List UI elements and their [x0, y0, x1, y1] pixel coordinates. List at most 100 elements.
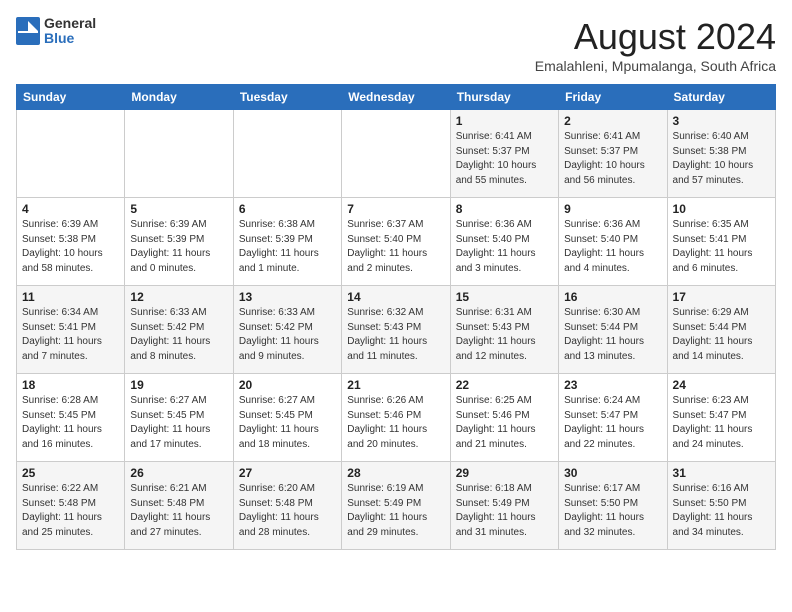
day-info: Sunrise: 6:26 AM Sunset: 5:46 PM Dayligh…: [347, 394, 444, 452]
day-number: 31: [673, 466, 770, 480]
calendar-week-row: 11 Sunrise: 6:34 AM Sunset: 5:41 PM Dayli…: [17, 286, 776, 374]
calendar-cell: 17Sunrise: 6:29 AM Sunset: 5:44 PM Dayli…: [667, 286, 775, 374]
day-info: Sunrise: 6:41 AM Sunset: 5:37 PM Dayligh…: [564, 130, 661, 188]
calendar-cell: 1Sunrise: 6:41 AM Sunset: 5:37 PM Daylig…: [450, 110, 558, 198]
day-info: Sunrise: 6:39 AM Sunset: 5:38 PM Dayligh…: [22, 218, 119, 276]
col-sunday: Sunday: [17, 85, 125, 110]
day-number: 3: [673, 114, 770, 128]
day-number: 2: [564, 114, 661, 128]
col-friday: Friday: [559, 85, 667, 110]
day-info: Sunrise: 6:36 AM Sunset: 5:40 PM Dayligh…: [456, 218, 553, 276]
day-number: 25: [22, 466, 119, 480]
day-number: 7: [347, 202, 444, 216]
day-number: 8: [456, 202, 553, 216]
day-number: 22: [456, 378, 553, 392]
day-info: Sunrise: 6:27 AM Sunset: 5:45 PM Dayligh…: [130, 394, 227, 452]
header-row: Sunday Monday Tuesday Wednesday Thursday…: [17, 85, 776, 110]
day-info: Sunrise: 6:20 AM Sunset: 5:48 PM Dayligh…: [239, 482, 336, 540]
calendar-cell: 10Sunrise: 6:35 AM Sunset: 5:41 PM Dayli…: [667, 198, 775, 286]
day-number: 15: [456, 290, 553, 304]
calendar-week-row: 1 Sunrise: 6:41 AM Sunset: 5:37 PM Daylig…: [17, 110, 776, 198]
day-number: 26: [130, 466, 227, 480]
calendar-subtitle: Emalahleni, Mpumalanga, South Africa: [535, 58, 776, 74]
col-wednesday: Wednesday: [342, 85, 450, 110]
col-saturday: Saturday: [667, 85, 775, 110]
calendar-cell: 6 Sunrise: 6:38 AM Sunset: 5:39 PM Daylig…: [233, 198, 341, 286]
calendar-cell: 19 Sunrise: 6:27 AM Sunset: 5:45 PM Dayli…: [125, 374, 233, 462]
day-number: 30: [564, 466, 661, 480]
calendar-cell: 31 Sunrise: 6:16 AM Sunset: 5:50 PM Dayli…: [667, 462, 775, 550]
day-info: Sunrise: 6:18 AM Sunset: 5:49 PM Dayligh…: [456, 482, 553, 540]
calendar-cell: 27Sunrise: 6:20 AM Sunset: 5:48 PM Dayli…: [233, 462, 341, 550]
day-number: 12: [130, 290, 227, 304]
day-info: Sunrise: 6:17 AM Sunset: 5:50 PM Dayligh…: [564, 482, 661, 540]
day-info: Sunrise: 6:33 AM Sunset: 5:42 PM Dayligh…: [239, 306, 336, 364]
calendar-cell: 16Sunrise: 6:30 AM Sunset: 5:44 PM Dayli…: [559, 286, 667, 374]
day-number: 17: [673, 290, 770, 304]
calendar-week-row: 18 Sunrise: 6:28 AM Sunset: 5:45 PM Dayli…: [17, 374, 776, 462]
day-number: 14: [347, 290, 444, 304]
calendar-cell: [233, 110, 341, 198]
calendar-cell: 4 Sunrise: 6:39 AM Sunset: 5:38 PM Daylig…: [17, 198, 125, 286]
calendar-cell: [342, 110, 450, 198]
day-number: 13: [239, 290, 336, 304]
day-number: 16: [564, 290, 661, 304]
day-info: Sunrise: 6:22 AM Sunset: 5:48 PM Dayligh…: [22, 482, 119, 540]
calendar-cell: 3 Sunrise: 6:40 AM Sunset: 5:38 PM Daylig…: [667, 110, 775, 198]
day-number: 19: [130, 378, 227, 392]
logo-icon: [16, 17, 40, 45]
calendar-title: August 2024: [535, 16, 776, 58]
calendar-cell: 8 Sunrise: 6:36 AM Sunset: 5:40 PM Daylig…: [450, 198, 558, 286]
day-info: Sunrise: 6:19 AM Sunset: 5:49 PM Dayligh…: [347, 482, 444, 540]
calendar-cell: 30 Sunrise: 6:17 AM Sunset: 5:50 PM Dayli…: [559, 462, 667, 550]
calendar-cell: 29 Sunrise: 6:18 AM Sunset: 5:49 PM Dayli…: [450, 462, 558, 550]
day-info: Sunrise: 6:28 AM Sunset: 5:45 PM Dayligh…: [22, 394, 119, 452]
calendar-cell: 25 Sunrise: 6:22 AM Sunset: 5:48 PM Dayli…: [17, 462, 125, 550]
day-info: Sunrise: 6:33 AM Sunset: 5:42 PM Dayligh…: [130, 306, 227, 364]
day-info: Sunrise: 6:23 AM Sunset: 5:47 PM Dayligh…: [673, 394, 770, 452]
day-info: Sunrise: 6:39 AM Sunset: 5:39 PM Dayligh…: [130, 218, 227, 276]
day-number: 29: [456, 466, 553, 480]
day-number: 4: [22, 202, 119, 216]
day-info: Sunrise: 6:21 AM Sunset: 5:48 PM Dayligh…: [130, 482, 227, 540]
day-number: 18: [22, 378, 119, 392]
calendar-cell: 12 Sunrise: 6:33 AM Sunset: 5:42 PM Dayli…: [125, 286, 233, 374]
calendar-week-row: 25 Sunrise: 6:22 AM Sunset: 5:48 PM Dayli…: [17, 462, 776, 550]
calendar-cell: 23Sunrise: 6:24 AM Sunset: 5:47 PM Dayli…: [559, 374, 667, 462]
calendar-cell: 2 Sunrise: 6:41 AM Sunset: 5:37 PM Daylig…: [559, 110, 667, 198]
day-number: 6: [239, 202, 336, 216]
day-info: Sunrise: 6:38 AM Sunset: 5:39 PM Dayligh…: [239, 218, 336, 276]
day-number: 11: [22, 290, 119, 304]
calendar-cell: 24Sunrise: 6:23 AM Sunset: 5:47 PM Dayli…: [667, 374, 775, 462]
logo-blue: Blue: [44, 31, 96, 46]
col-tuesday: Tuesday: [233, 85, 341, 110]
logo: General Blue: [16, 16, 96, 47]
day-info: Sunrise: 6:25 AM Sunset: 5:46 PM Dayligh…: [456, 394, 553, 452]
calendar-cell: [17, 110, 125, 198]
calendar-cell: 21Sunrise: 6:26 AM Sunset: 5:46 PM Dayli…: [342, 374, 450, 462]
day-number: 5: [130, 202, 227, 216]
day-number: 23: [564, 378, 661, 392]
page-header: General Blue August 2024 Emalahleni, Mpu…: [16, 16, 776, 74]
day-info: Sunrise: 6:35 AM Sunset: 5:41 PM Dayligh…: [673, 218, 770, 276]
calendar-table: Sunday Monday Tuesday Wednesday Thursday…: [16, 84, 776, 550]
day-info: Sunrise: 6:27 AM Sunset: 5:45 PM Dayligh…: [239, 394, 336, 452]
calendar-cell: 15Sunrise: 6:31 AM Sunset: 5:43 PM Dayli…: [450, 286, 558, 374]
day-number: 1: [456, 114, 553, 128]
day-info: Sunrise: 6:16 AM Sunset: 5:50 PM Dayligh…: [673, 482, 770, 540]
day-info: Sunrise: 6:37 AM Sunset: 5:40 PM Dayligh…: [347, 218, 444, 276]
day-info: Sunrise: 6:36 AM Sunset: 5:40 PM Dayligh…: [564, 218, 661, 276]
day-info: Sunrise: 6:34 AM Sunset: 5:41 PM Dayligh…: [22, 306, 119, 364]
calendar-week-row: 4 Sunrise: 6:39 AM Sunset: 5:38 PM Daylig…: [17, 198, 776, 286]
calendar-cell: 14 Sunrise: 6:32 AM Sunset: 5:43 PM Dayli…: [342, 286, 450, 374]
calendar-cell: 20 Sunrise: 6:27 AM Sunset: 5:45 PM Dayli…: [233, 374, 341, 462]
calendar-cell: 9Sunrise: 6:36 AM Sunset: 5:40 PM Daylig…: [559, 198, 667, 286]
calendar-cell: 28Sunrise: 6:19 AM Sunset: 5:49 PM Dayli…: [342, 462, 450, 550]
day-info: Sunrise: 6:32 AM Sunset: 5:43 PM Dayligh…: [347, 306, 444, 364]
day-info: Sunrise: 6:40 AM Sunset: 5:38 PM Dayligh…: [673, 130, 770, 188]
day-number: 20: [239, 378, 336, 392]
calendar-cell: 7 Sunrise: 6:37 AM Sunset: 5:40 PM Daylig…: [342, 198, 450, 286]
col-monday: Monday: [125, 85, 233, 110]
calendar-cell: [125, 110, 233, 198]
calendar-cell: 11 Sunrise: 6:34 AM Sunset: 5:41 PM Dayli…: [17, 286, 125, 374]
